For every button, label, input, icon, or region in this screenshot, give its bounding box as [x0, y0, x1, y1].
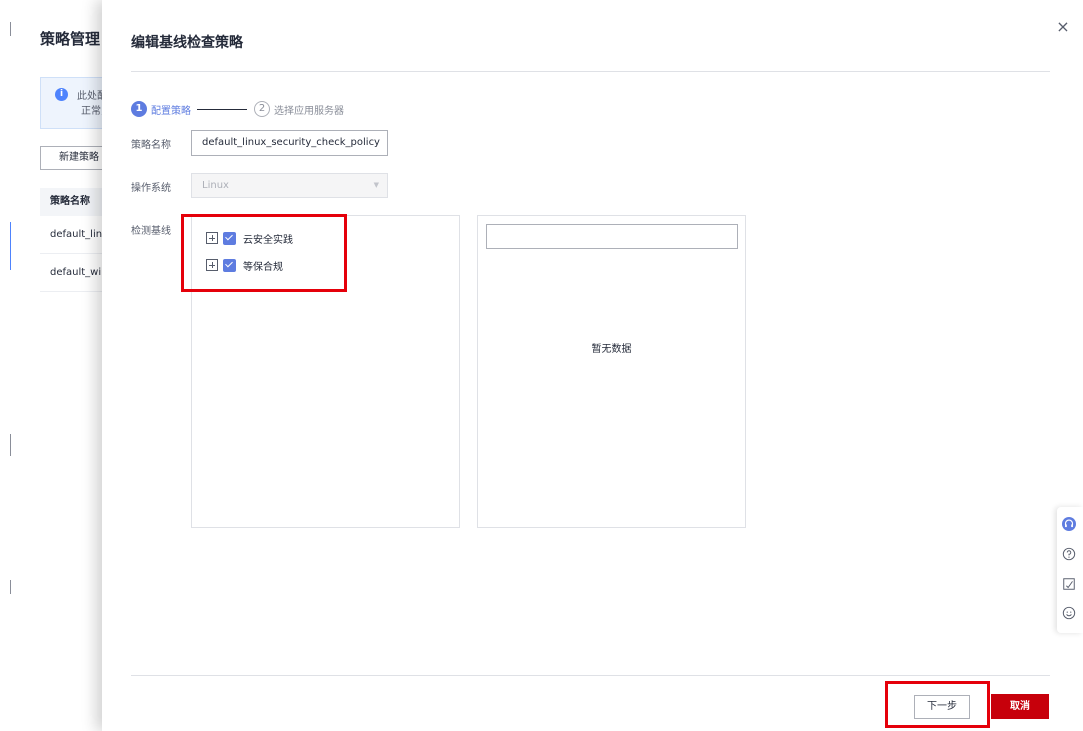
- policy-name-label: 策略名称: [131, 140, 171, 151]
- checkbox-checked-icon[interactable]: [223, 258, 236, 272]
- floating-toolbar: [1057, 507, 1083, 633]
- step-label-configure: 配置策略: [151, 105, 191, 117]
- info-text: 正常,: [81, 106, 105, 117]
- selection-panel: 暂无数据: [477, 215, 746, 528]
- close-icon[interactable]: ×: [1054, 18, 1072, 36]
- os-label: 操作系统: [131, 183, 171, 194]
- active-row-indicator: [10, 222, 11, 270]
- baseline-label: 检测基线: [131, 226, 171, 237]
- os-select-value: Linux: [202, 180, 229, 191]
- step-indicator: 1 配置策略 2 选择应用服务器: [131, 100, 344, 118]
- cancel-button[interactable]: 取消: [991, 694, 1049, 719]
- page-title: 策略管理: [40, 30, 101, 48]
- expand-icon[interactable]: [206, 232, 218, 244]
- table-row[interactable]: default_linu: [40, 216, 110, 254]
- baseline-tree-panel: 云安全实践 等保合规: [191, 215, 460, 528]
- checkbox-checked-icon[interactable]: [223, 231, 236, 245]
- feedback-icon[interactable]: [1062, 577, 1076, 591]
- edit-policy-drawer: 编辑基线检查策略 × 1 配置策略 2 选择应用服务器 策略名称 default…: [102, 0, 1083, 731]
- header-divider: [131, 71, 1050, 72]
- step-number-active: 1: [131, 101, 147, 117]
- search-input[interactable]: [486, 224, 738, 249]
- table-row[interactable]: default_win: [40, 254, 110, 292]
- expand-icon[interactable]: [206, 259, 218, 271]
- tree-item-label: 等保合规: [243, 261, 283, 273]
- os-select: Linux ▼: [191, 173, 388, 198]
- tree-item-label: 云安全实践: [243, 234, 293, 246]
- page-edge-line: [10, 580, 11, 594]
- footer-divider: [131, 675, 1050, 676]
- tree-item-compliance[interactable]: 等保合规: [206, 257, 283, 273]
- step-label-select-servers: 选择应用服务器: [274, 105, 344, 117]
- info-icon: i: [55, 88, 68, 101]
- column-header-policy-name: 策略名称: [40, 188, 110, 216]
- empty-state-text: 暂无数据: [591, 344, 632, 355]
- step-number: 2: [254, 101, 270, 117]
- help-icon[interactable]: [1062, 547, 1076, 561]
- page-edge-line: [10, 434, 11, 456]
- next-step-button[interactable]: 下一步: [914, 695, 970, 719]
- headset-icon[interactable]: [1062, 517, 1076, 531]
- smile-icon[interactable]: [1062, 606, 1076, 620]
- policy-name-input[interactable]: default_linux_security_check_policy: [191, 130, 388, 156]
- page-edge-line: [10, 22, 11, 36]
- step-connector: [197, 108, 247, 110]
- drawer-title: 编辑基线检查策略: [131, 35, 243, 51]
- tree-item-cloud-security[interactable]: 云安全实践: [206, 230, 293, 246]
- chevron-down-icon: ▼: [373, 181, 379, 189]
